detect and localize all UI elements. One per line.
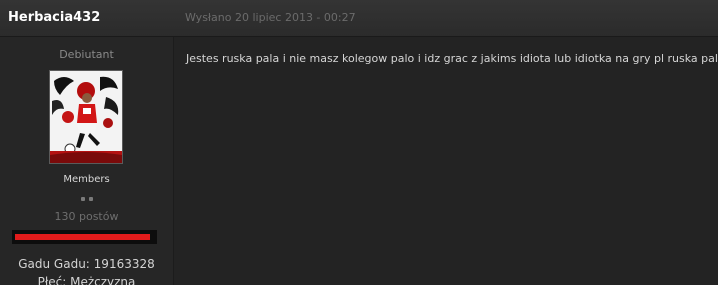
user-avatar[interactable]: [49, 70, 123, 164]
post-content: Jestes ruska pala i nie masz kolegow pal…: [186, 52, 718, 65]
post-count: 130 postów: [54, 210, 119, 223]
author-info-panel: Debiutant Members 130 postów Gadu Gadu: …: [0, 37, 174, 285]
post-date: Wysłano 20 lipiec 2013 - 00:27: [185, 11, 356, 24]
field-label: Gadu Gadu:: [18, 257, 90, 271]
forum-post: Herbacia432 Wysłano 20 lipiec 2013 - 00:…: [0, 0, 718, 285]
reputation-bar-fill: [15, 234, 150, 240]
rank-pips-icon: [79, 197, 95, 203]
profile-field-gender: Płeć: Mężczyzna: [0, 275, 173, 285]
field-label: Płeć:: [37, 275, 67, 285]
rank-title: Debiutant: [59, 48, 114, 61]
field-value: Mężczyzna: [70, 275, 136, 285]
field-value: 19163328: [93, 257, 155, 271]
rank-pip-icon: [81, 197, 85, 201]
rank-pip-icon: [89, 197, 93, 201]
member-group: Members: [63, 174, 110, 185]
reputation-bar: [12, 230, 157, 244]
football-player-avatar-image: [50, 71, 122, 163]
post-header: Herbacia432 Wysłano 20 lipiec 2013 - 00:…: [0, 0, 718, 37]
profile-field-gadu-gadu: Gadu Gadu: 19163328: [0, 257, 173, 271]
author-name-link[interactable]: Herbacia432: [8, 10, 100, 25]
